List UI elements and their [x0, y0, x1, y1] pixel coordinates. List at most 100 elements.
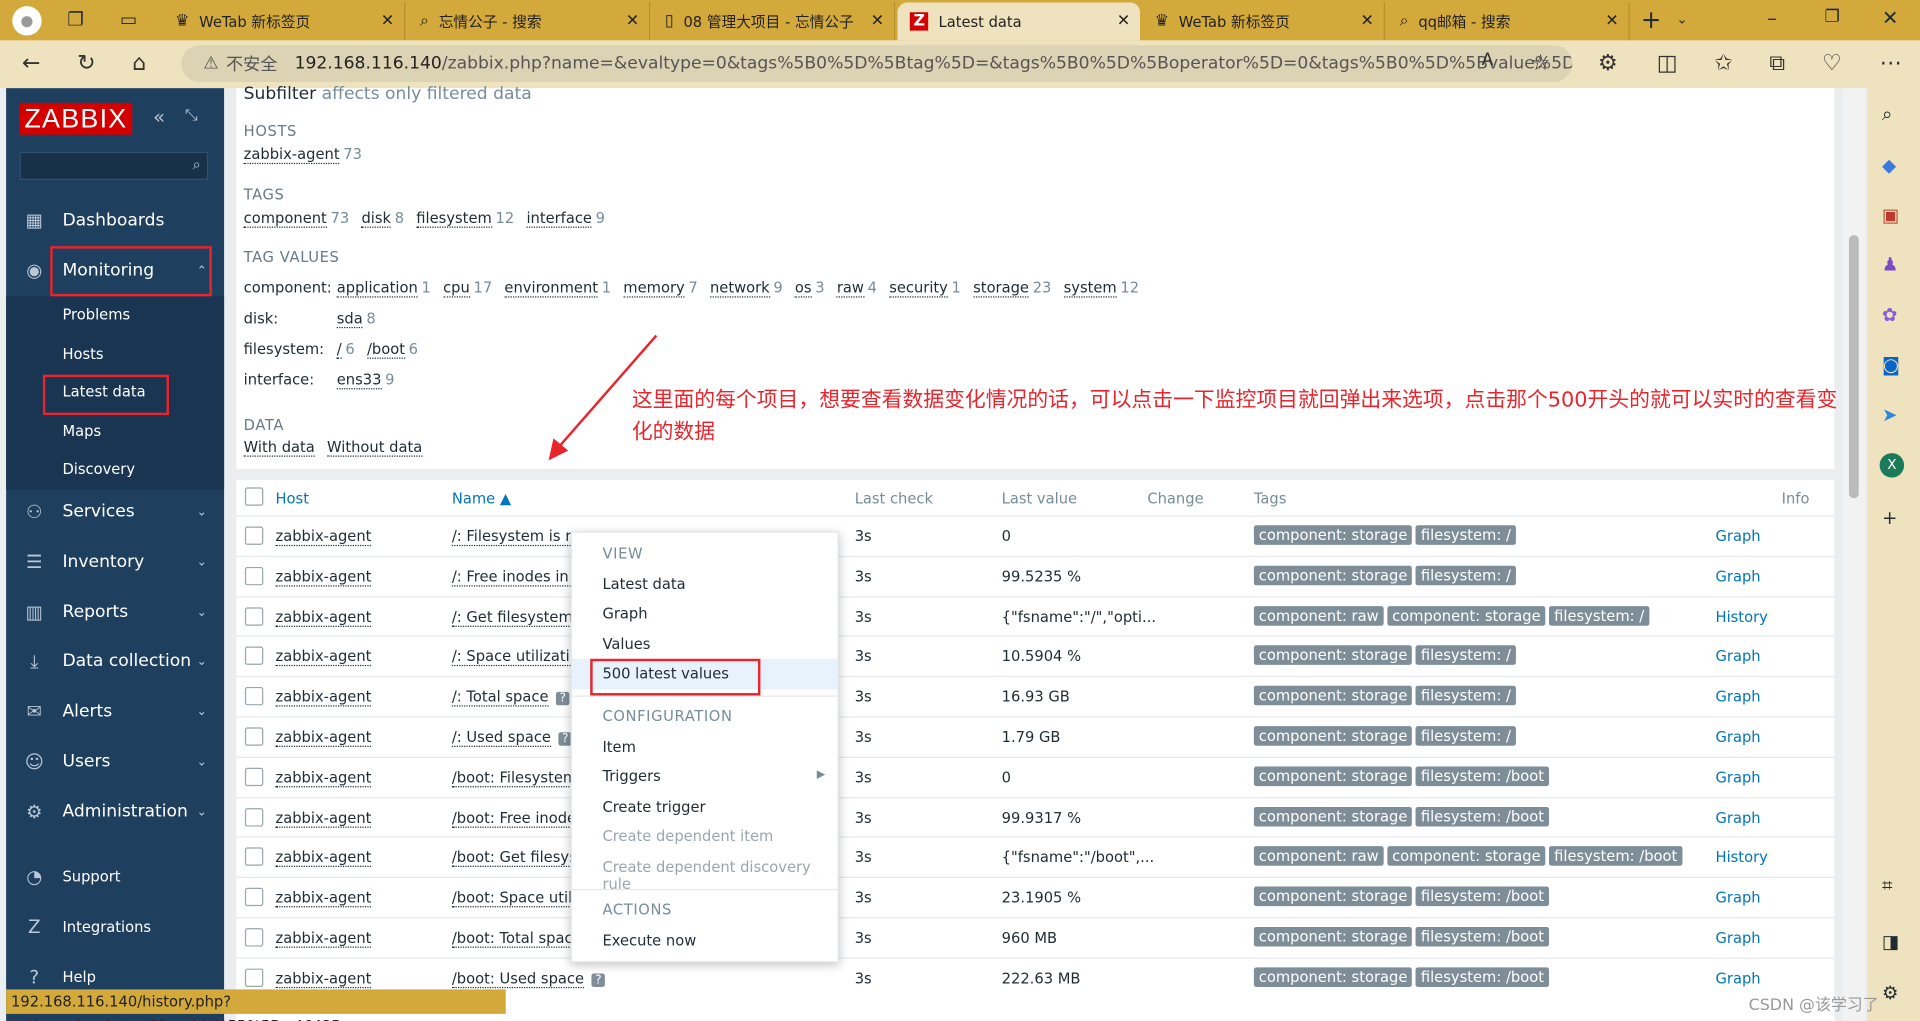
workspaces-icon[interactable]: ❐: [67, 9, 83, 31]
subfilter-tag-value[interactable]: application 1: [336, 279, 431, 298]
subfilter-tag-value[interactable]: environment 1: [504, 279, 611, 298]
submenu-maps[interactable]: Maps: [62, 422, 101, 439]
item-name-link[interactable]: /: Get filesystem d: [451, 608, 587, 627]
tag-badge[interactable]: filesystem: /boot: [1415, 926, 1549, 947]
menu-item[interactable]: Item: [602, 738, 635, 755]
sidebar-item-users[interactable]: ☺ Users ⌄: [6, 737, 224, 786]
close-tab-icon[interactable]: ✕: [1605, 12, 1618, 30]
filter-link[interactable]: interface: [526, 209, 592, 228]
host-name[interactable]: zabbix-agent: [275, 648, 372, 667]
tag-badge[interactable]: component: storage: [1253, 565, 1413, 586]
host-name[interactable]: zabbix-agent: [275, 808, 372, 828]
item-name-link[interactable]: /boot: Space utiliz: [451, 889, 584, 908]
close-tab-icon[interactable]: ✕: [1117, 12, 1130, 30]
item-name[interactable]: /: Used space?: [451, 728, 573, 747]
item-name-link[interactable]: /: Filesystem is re: [451, 527, 580, 547]
tag-badge[interactable]: component: storage: [1253, 806, 1413, 827]
zabbix-logo[interactable]: ZABBIX: [19, 102, 133, 135]
menu-create-trigger[interactable]: Create trigger: [602, 798, 705, 815]
scrollbar-thumb[interactable]: [1848, 235, 1859, 499]
graph-link[interactable]: Graph: [1716, 889, 1761, 906]
tag-badge[interactable]: component: raw: [1253, 846, 1384, 867]
item-name-link[interactable]: /boot: Free inodes: [451, 808, 584, 828]
filter-link[interactable]: sda: [336, 309, 363, 329]
graph-link[interactable]: Graph: [1716, 648, 1761, 665]
search-icon[interactable]: ⌕: [1882, 103, 1892, 125]
tab-actions-icon[interactable]: ▭: [120, 9, 137, 31]
graph-link[interactable]: Graph: [1716, 970, 1761, 987]
subfilter-tag-value[interactable]: /6: [336, 340, 355, 359]
host-name[interactable]: zabbix-agent: [275, 688, 372, 707]
tag-badge[interactable]: component: storage: [1253, 525, 1413, 545]
tag-badge[interactable]: component: storage: [1387, 846, 1546, 867]
item-name[interactable]: /: Total space?: [451, 688, 570, 707]
host-link[interactable]: zabbix-agent: [275, 849, 372, 868]
toolbox-icon[interactable]: ▣: [1882, 204, 1899, 226]
tab-0[interactable]: ♛ WeTab 新标签页 ✕: [163, 2, 406, 41]
sidebar-item-support[interactable]: ◔ Support: [6, 852, 224, 901]
close-tab-icon[interactable]: ✕: [626, 12, 639, 30]
filter-link[interactable]: memory: [623, 279, 685, 298]
restore-button[interactable]: ❐: [1825, 7, 1840, 27]
subfilter-tag[interactable]: interface 9: [526, 209, 605, 228]
graph-link[interactable]: Graph: [1716, 528, 1761, 545]
help-icon[interactable]: ?: [591, 973, 606, 987]
tab-list-chevron-icon[interactable]: ⌄: [1676, 11, 1687, 27]
item-name[interactable]: /boot: Space utiliz: [451, 889, 584, 908]
tag-badge[interactable]: filesystem: /boot: [1415, 766, 1549, 786]
row-checkbox[interactable]: [244, 606, 264, 626]
host-name[interactable]: zabbix-agent: [275, 768, 372, 788]
sidebar-item-alerts[interactable]: ✉ Alerts ⌄: [6, 687, 224, 736]
subfilter-tag-value[interactable]: ens33 9: [336, 371, 394, 390]
back-icon[interactable]: ←: [22, 50, 40, 76]
kiosk-mode-icon[interactable]: ⤡: [185, 107, 198, 125]
close-tab-icon[interactable]: ✕: [871, 12, 884, 30]
row-checkbox[interactable]: [244, 887, 264, 907]
tag-badge[interactable]: filesystem: /: [1549, 605, 1650, 626]
row-checkbox[interactable]: [244, 847, 264, 867]
filter-link[interactable]: /boot: [367, 340, 406, 359]
item-name[interactable]: /boot: Filesystem: [451, 768, 578, 788]
graph-link[interactable]: Graph: [1716, 688, 1761, 705]
item-name-link[interactable]: /: Used space: [451, 728, 551, 747]
add-icon[interactable]: +: [1882, 507, 1897, 529]
submenu-hosts[interactable]: Hosts: [62, 345, 103, 362]
host-link[interactable]: zabbix-agent: [275, 728, 372, 747]
row-checkbox[interactable]: [244, 687, 264, 706]
graph-link[interactable]: Graph: [1716, 568, 1761, 585]
close-tab-icon[interactable]: ✕: [381, 12, 394, 30]
read-aloud-icon[interactable]: A: [1482, 50, 1494, 70]
row-checkbox[interactable]: [244, 647, 264, 666]
sidebar-item-integrations[interactable]: Z Integrations: [6, 902, 224, 951]
help-icon[interactable]: ?: [555, 692, 570, 706]
item-name[interactable]: /: Space utilization: [451, 648, 589, 667]
tag-badge[interactable]: component: storage: [1253, 967, 1413, 987]
row-checkbox[interactable]: [244, 526, 264, 545]
subfilter-tag-value[interactable]: storage 23: [973, 279, 1051, 298]
filter-link[interactable]: storage: [973, 279, 1029, 298]
menu-latest-data[interactable]: Latest data: [602, 576, 685, 593]
filter-link[interactable]: disk: [361, 209, 392, 228]
games-icon[interactable]: ♟: [1882, 253, 1898, 275]
filter-link[interactable]: raw: [836, 279, 864, 298]
subfilter-tag-value[interactable]: sda 8: [336, 309, 376, 329]
subfilter-tag[interactable]: component 73: [243, 209, 349, 228]
row-checkbox[interactable]: [244, 566, 264, 586]
filter-link[interactable]: filesystem: [416, 209, 492, 228]
filter-link[interactable]: component: [243, 209, 327, 228]
tag-badge[interactable]: filesystem: /boot: [1415, 806, 1549, 827]
copilot-icon[interactable]: ✿: [1882, 304, 1897, 326]
tab-4[interactable]: ♛ WeTab 新标签页 ✕: [1142, 2, 1385, 41]
send-icon[interactable]: ➤: [1882, 404, 1897, 426]
tag-badge[interactable]: component: storage: [1387, 605, 1546, 626]
host-link[interactable]: zabbix-agent: [275, 808, 372, 828]
subfilter-data-1[interactable]: Without data: [327, 438, 423, 457]
graph-link[interactable]: Graph: [1716, 729, 1761, 746]
outlook-icon[interactable]: ◙: [1882, 354, 1900, 376]
home-icon[interactable]: ⌂: [132, 50, 146, 76]
excel-icon[interactable]: X: [1879, 453, 1905, 478]
page-scrollbar[interactable]: [1842, 88, 1865, 1021]
menu-500-latest-values[interactable]: 500 latest values: [602, 665, 728, 682]
host-name[interactable]: zabbix-agent: [275, 969, 372, 988]
subfilter-tag-value[interactable]: /boot 6: [367, 340, 418, 359]
